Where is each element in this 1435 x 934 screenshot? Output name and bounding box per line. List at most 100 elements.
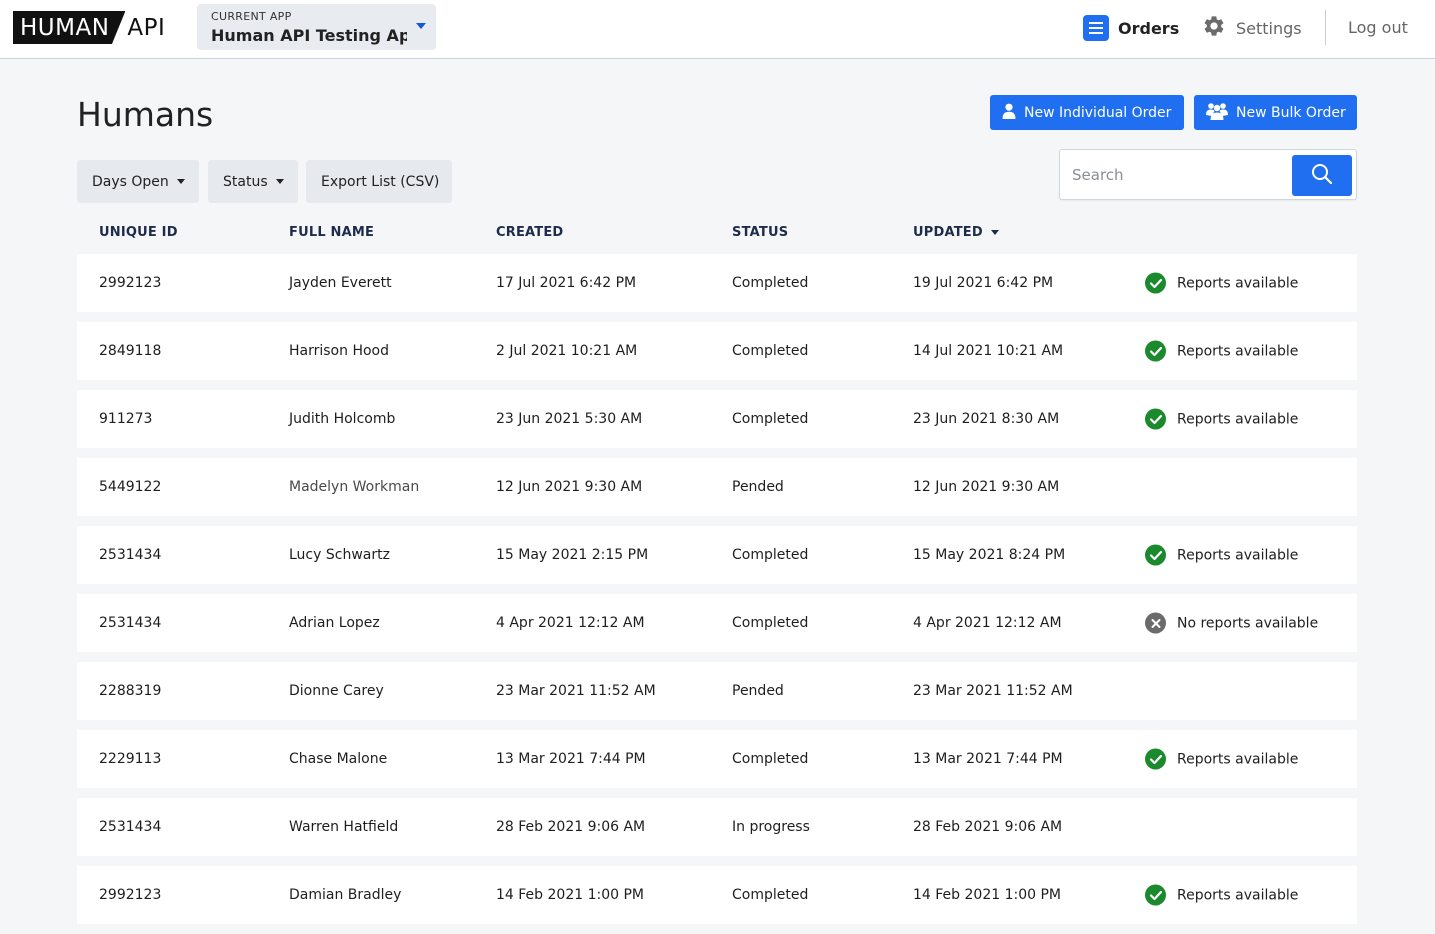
cell-status: In progress xyxy=(732,819,810,835)
current-app-dropdown[interactable]: CURRENT APP Human API Testing Ap... xyxy=(197,4,436,50)
new-individual-order-label: New Individual Order xyxy=(1024,104,1172,121)
table-row[interactable]: 2531434 Warren Hatfield 28 Feb 2021 9:06… xyxy=(77,798,1357,856)
table-row[interactable]: 5449122 Madelyn Workman 12 Jun 2021 9:30… xyxy=(77,458,1357,516)
column-header-updated-label: UPDATED xyxy=(913,225,983,240)
cell-full-name: Madelyn Workman xyxy=(289,479,420,495)
check-circle-icon xyxy=(1145,340,1166,362)
report-status-label: Reports available xyxy=(1177,751,1299,767)
nav-orders-label: Orders xyxy=(1118,18,1180,38)
cell-updated: 4 Apr 2021 12:12 AM xyxy=(913,615,1062,631)
cell-unique-id: 2992123 xyxy=(99,887,162,903)
logout-link[interactable]: Log out xyxy=(1348,18,1408,37)
cell-unique-id: 2992123 xyxy=(99,275,162,291)
cell-full-name: Dionne Carey xyxy=(289,683,384,699)
status-filter-label: Status xyxy=(223,173,268,190)
caret-down-icon xyxy=(176,179,185,184)
cell-created: 14 Feb 2021 1:00 PM xyxy=(496,887,644,903)
nav-divider xyxy=(1325,10,1326,45)
cell-unique-id: 5449122 xyxy=(99,479,162,495)
report-status-label: Reports available xyxy=(1177,275,1299,291)
column-header-unique-id[interactable]: UNIQUE ID xyxy=(99,225,178,240)
table-row[interactable]: 2531434 Lucy Schwartz 15 May 2021 2:15 P… xyxy=(77,526,1357,584)
search-button[interactable] xyxy=(1292,155,1352,196)
column-header-created[interactable]: CREATED xyxy=(496,225,563,240)
days-open-label: Days Open xyxy=(92,173,169,190)
caret-down-icon xyxy=(275,179,284,184)
cell-report[interactable]: Reports available xyxy=(1145,272,1299,294)
cell-created: 15 May 2021 2:15 PM xyxy=(496,547,649,563)
cell-status: Completed xyxy=(732,887,809,903)
cell-full-name: Chase Malone xyxy=(289,751,388,767)
nav-settings-label: Settings xyxy=(1236,18,1302,38)
table-row[interactable]: 911273 Judith Holcomb 23 Jun 2021 5:30 A… xyxy=(77,390,1357,448)
cell-updated: 23 Jun 2021 8:30 AM xyxy=(913,411,1060,427)
cell-report[interactable]: Reports available xyxy=(1145,340,1299,362)
current-app-name: Human API Testing Ap... xyxy=(211,26,407,45)
cell-report[interactable]: Reports available xyxy=(1145,884,1298,906)
human-api-logo[interactable]: HUMAN API xyxy=(13,11,165,44)
cell-unique-id: 2531434 xyxy=(99,547,162,563)
cell-status: Completed xyxy=(732,751,809,767)
cell-report[interactable]: Reports available xyxy=(1145,544,1298,566)
search-input[interactable] xyxy=(1061,151,1291,198)
cell-updated: 19 Jul 2021 6:42 PM xyxy=(913,275,1054,291)
cell-status: Pended xyxy=(732,479,784,495)
cell-status: Pended xyxy=(732,683,784,699)
orders-list-icon xyxy=(1083,15,1109,41)
x-circle-icon xyxy=(1145,612,1166,634)
cell-updated: 12 Jun 2021 9:30 AM xyxy=(913,479,1060,495)
cell-report[interactable]: Reports available xyxy=(1145,408,1299,430)
status-filter[interactable]: Status xyxy=(208,160,298,203)
chevron-down-icon xyxy=(416,23,426,29)
cell-report[interactable]: Reports available xyxy=(1145,748,1299,770)
table-row[interactable]: 2992123 Jayden Everett 17 Jul 2021 6:42 … xyxy=(77,254,1357,312)
cell-created: 12 Jun 2021 9:30 AM xyxy=(496,479,643,495)
cell-unique-id: 2229113 xyxy=(99,751,162,767)
new-bulk-order-button[interactable]: New Bulk Order xyxy=(1194,95,1357,130)
cell-status: Completed xyxy=(732,343,809,359)
table-row[interactable]: 2229113 Chase Malone 13 Mar 2021 7:44 PM… xyxy=(77,730,1357,788)
cell-full-name: Warren Hatfield xyxy=(289,819,399,835)
cell-full-name: Lucy Schwartz xyxy=(289,547,390,563)
cell-full-name: Harrison Hood xyxy=(289,343,389,359)
table-row[interactable]: 2992123 Damian Bradley 14 Feb 2021 1:00 … xyxy=(77,866,1357,924)
export-csv-label: Export List (CSV) xyxy=(321,173,440,190)
cell-updated: 14 Jul 2021 10:21 AM xyxy=(913,343,1064,359)
cell-status: Completed xyxy=(732,615,809,631)
cell-full-name: Judith Holcomb xyxy=(289,411,396,427)
page-title: Humans xyxy=(77,95,214,134)
current-app-caption: CURRENT APP xyxy=(211,10,292,23)
check-circle-icon xyxy=(1145,544,1166,566)
check-circle-icon xyxy=(1145,408,1166,430)
cell-updated: 23 Mar 2021 11:52 AM xyxy=(913,683,1073,699)
cell-created: 23 Mar 2021 11:52 AM xyxy=(496,683,656,699)
table-row[interactable]: 2849118 Harrison Hood 2 Jul 2021 10:21 A… xyxy=(77,322,1357,380)
cell-created: 2 Jul 2021 10:21 AM xyxy=(496,343,638,359)
cell-status: Completed xyxy=(732,547,809,563)
column-header-status[interactable]: STATUS xyxy=(732,225,788,240)
column-header-full-name[interactable]: FULL NAME xyxy=(289,225,374,240)
table-row[interactable]: 2288319 Dionne Carey 23 Mar 2021 11:52 A… xyxy=(77,662,1357,720)
column-header-updated[interactable]: UPDATED xyxy=(913,225,999,240)
new-individual-order-button[interactable]: New Individual Order xyxy=(990,95,1184,130)
days-open-filter[interactable]: Days Open xyxy=(77,160,199,203)
cell-unique-id: 2531434 xyxy=(99,615,162,631)
check-circle-icon xyxy=(1145,272,1166,294)
cell-created: 23 Jun 2021 5:30 AM xyxy=(496,411,643,427)
users-group-icon xyxy=(1206,102,1228,124)
nav-settings[interactable]: Settings xyxy=(1202,14,1302,42)
cell-updated: 28 Feb 2021 9:06 AM xyxy=(913,819,1063,835)
cell-status: Completed xyxy=(732,411,809,427)
logo-suffix: API xyxy=(127,14,166,41)
new-bulk-order-label: New Bulk Order xyxy=(1236,104,1346,121)
export-csv-button[interactable]: Export List (CSV) xyxy=(306,160,452,203)
top-nav-bar: HUMAN API CURRENT APP Human API Testing … xyxy=(0,0,1435,59)
cell-created: 13 Mar 2021 7:44 PM xyxy=(496,751,646,767)
report-status-label: Reports available xyxy=(1177,343,1299,359)
table-row[interactable]: 2531434 Adrian Lopez 4 Apr 2021 12:12 AM… xyxy=(77,594,1357,652)
user-icon xyxy=(1002,103,1016,123)
cell-created: 17 Jul 2021 6:42 PM xyxy=(496,275,637,291)
cell-report: No reports available xyxy=(1145,612,1318,634)
nav-orders[interactable]: Orders xyxy=(1083,14,1179,42)
report-status-label: Reports available xyxy=(1177,411,1299,427)
